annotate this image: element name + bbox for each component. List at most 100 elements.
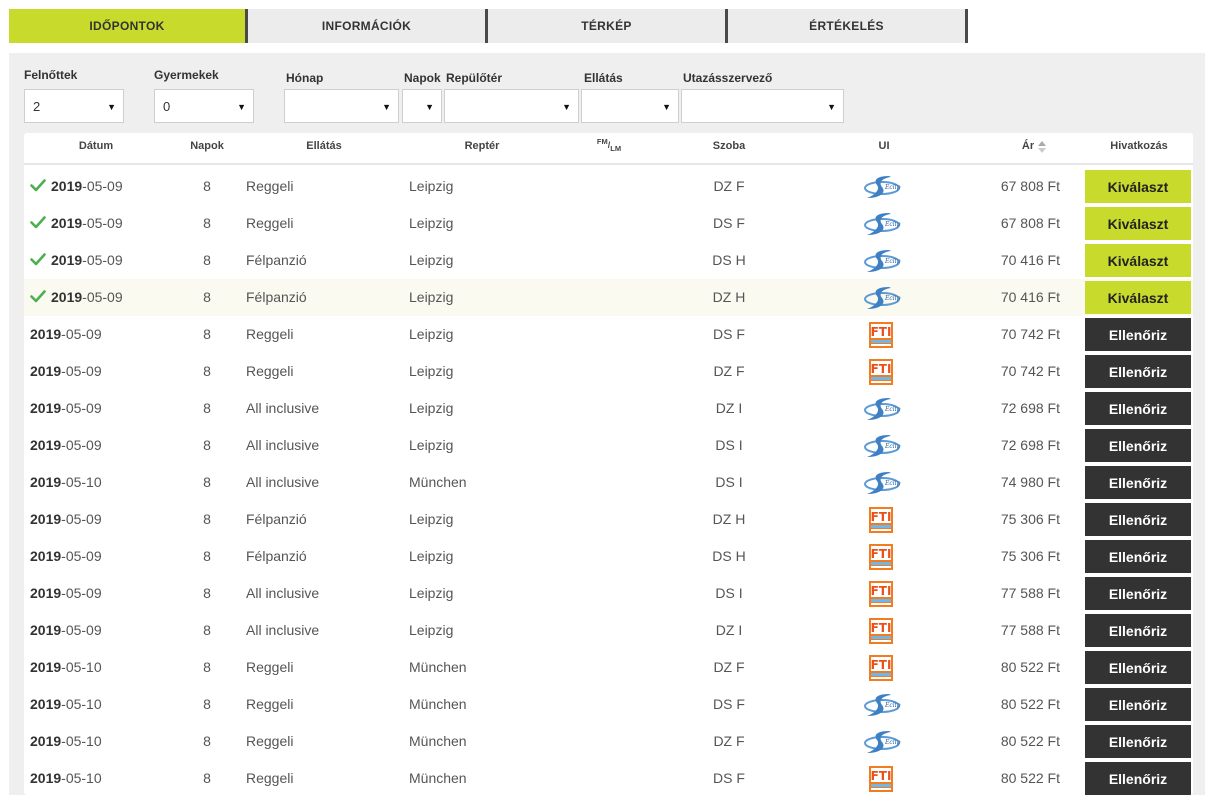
dates-panel: Felnőttek 2 ▼ Gyermekek 0 ▼ Hónap ▼ Napo…: [9, 53, 1205, 795]
tab-terkep[interactable]: TÉRKÉP: [488, 9, 728, 43]
tab-informaciok[interactable]: INFORMÁCIÓK: [248, 9, 488, 43]
repter-cell: Leipzig: [409, 215, 454, 231]
price-cell: 70 742 Ft: [1000, 326, 1060, 342]
eclipse-logo-icon: Eclip: [863, 285, 901, 311]
price-cell: 70 416 Ft: [1000, 252, 1060, 268]
check-button[interactable]: Ellenőriz: [1085, 762, 1191, 795]
date-rest: -05-09: [82, 215, 123, 231]
felnottek-select[interactable]: 2 ▼: [24, 89, 124, 123]
check-button[interactable]: Ellenőriz: [1085, 318, 1191, 351]
repuloter-select[interactable]: ▼: [444, 89, 579, 123]
svg-text:FTI: FTI: [871, 510, 892, 524]
date-cell: 2019-05-10: [24, 760, 184, 795]
tab-idopontok[interactable]: IDŐPONTOK: [9, 9, 248, 43]
szoba-cell: DS F: [713, 215, 745, 231]
check-button[interactable]: Ellenőriz: [1085, 503, 1191, 536]
check-button[interactable]: Ellenőriz: [1085, 355, 1191, 388]
gyermekek-value: 0: [163, 99, 171, 114]
ui-cell: FTI: [844, 612, 924, 649]
ui-cell: Eclip: [844, 242, 924, 279]
check-button[interactable]: Ellenőriz: [1085, 725, 1191, 758]
date-rest: -05-10: [61, 659, 102, 675]
utazasszervezo-select[interactable]: ▼: [681, 89, 844, 123]
col-repter[interactable]: Reptér: [442, 140, 522, 152]
szoba-cell: DZ F: [713, 733, 745, 749]
repter-cell: München: [409, 659, 467, 675]
napok-cell: 8: [203, 178, 211, 194]
table-body: 2019-05-09 8 Reggeli Leipzig DZ F Eclip 67 808…: [24, 168, 1193, 795]
napok-cell: 8: [203, 289, 211, 305]
check-button[interactable]: Ellenőriz: [1085, 577, 1191, 610]
price-cell: 80 522 Ft: [1000, 733, 1060, 749]
check-button[interactable]: Ellenőriz: [1085, 429, 1191, 462]
col-ar[interactable]: Ár: [1014, 140, 1054, 153]
date-rest: -05-09: [61, 622, 102, 638]
price-cell: 70 416 Ft: [1000, 289, 1060, 305]
check-button[interactable]: Ellenőriz: [1085, 614, 1191, 647]
col-napok[interactable]: Napok: [182, 140, 232, 152]
price-cell: 80 522 Ft: [1000, 659, 1060, 675]
szoba-cell: DS I: [715, 474, 743, 490]
tab-ertekeles[interactable]: ÉRTÉKELÉS: [728, 9, 968, 43]
svg-text:FTI: FTI: [871, 658, 892, 672]
select-button[interactable]: Kiválaszt: [1085, 244, 1191, 277]
col-szoba[interactable]: Szoba: [694, 140, 764, 152]
date-cell: 2019-05-10: [24, 649, 184, 686]
eclipse-logo-icon: Eclip: [863, 248, 901, 274]
napok-cell: 8: [203, 659, 211, 675]
col-ellatas[interactable]: Ellátás: [284, 140, 364, 152]
chevron-down-icon: ▼: [237, 102, 246, 112]
date-year: 2019: [30, 548, 62, 564]
ellatas-cell: All inclusive: [246, 622, 320, 638]
filter-label-napok: Napok: [404, 71, 441, 85]
col-fm-lm[interactable]: FM/LM: [589, 137, 629, 153]
szoba-cell: DS I: [715, 437, 743, 453]
checkmark-icon: [30, 170, 46, 192]
check-button[interactable]: Ellenőriz: [1085, 651, 1191, 684]
honap-select[interactable]: ▼: [284, 89, 399, 123]
price-cell: 67 808 Ft: [1000, 215, 1060, 231]
repter-cell: Leipzig: [409, 622, 454, 638]
price-cell: 77 588 Ft: [1000, 622, 1060, 638]
szoba-cell: DS H: [712, 252, 746, 268]
price-cell: 70 742 Ft: [1000, 363, 1060, 379]
date-rest: -05-09: [61, 585, 102, 601]
select-button[interactable]: Kiválaszt: [1085, 207, 1191, 240]
napok-select[interactable]: ▼: [402, 89, 442, 123]
date-cell: 2019-05-10: [24, 723, 184, 760]
date-rest: -05-09: [82, 289, 123, 305]
gyermekek-select[interactable]: 0 ▼: [154, 89, 254, 123]
check-button[interactable]: Ellenőriz: [1085, 466, 1191, 499]
check-button[interactable]: Ellenőriz: [1085, 688, 1191, 721]
repter-cell: München: [409, 474, 467, 490]
filter-label-utazasszervezo: Utazásszervező: [683, 71, 773, 85]
select-button[interactable]: Kiválaszt: [1085, 170, 1191, 203]
date-cell: 2019-05-09: [24, 575, 184, 612]
szoba-cell: DS F: [713, 770, 745, 786]
ellatas-select[interactable]: ▼: [581, 89, 679, 123]
ui-cell: Eclip: [844, 205, 924, 242]
check-button[interactable]: Ellenőriz: [1085, 540, 1191, 573]
date-year: 2019: [30, 400, 62, 416]
repter-cell: Leipzig: [409, 585, 454, 601]
napok-cell: 8: [203, 585, 211, 601]
check-button[interactable]: Ellenőriz: [1085, 392, 1191, 425]
napok-cell: 8: [203, 400, 211, 416]
napok-cell: 8: [203, 548, 211, 564]
ui-cell: Eclip: [844, 279, 924, 316]
table-row: 2019-05-09 8 Reggeli Leipzig DS F Eclip 67 808…: [24, 205, 1193, 242]
col-datum[interactable]: Dátum: [64, 140, 128, 152]
ellatas-cell: Reggeli: [246, 733, 294, 749]
chevron-down-icon: ▼: [107, 102, 116, 112]
svg-text:FTI: FTI: [871, 769, 892, 783]
ui-cell: Eclip: [844, 168, 924, 205]
chevron-down-icon: ▼: [662, 102, 671, 112]
repter-cell: Leipzig: [409, 548, 454, 564]
select-button[interactable]: Kiválaszt: [1085, 281, 1191, 314]
repter-cell: München: [409, 733, 467, 749]
ellatas-cell: Félpanzió: [246, 511, 307, 527]
filter-label-ellatas: Ellátás: [584, 71, 623, 85]
col-ui[interactable]: UI: [864, 140, 904, 152]
eclipse-logo-icon: Eclip: [863, 174, 901, 200]
date-cell: 2019-05-09: [24, 390, 184, 427]
